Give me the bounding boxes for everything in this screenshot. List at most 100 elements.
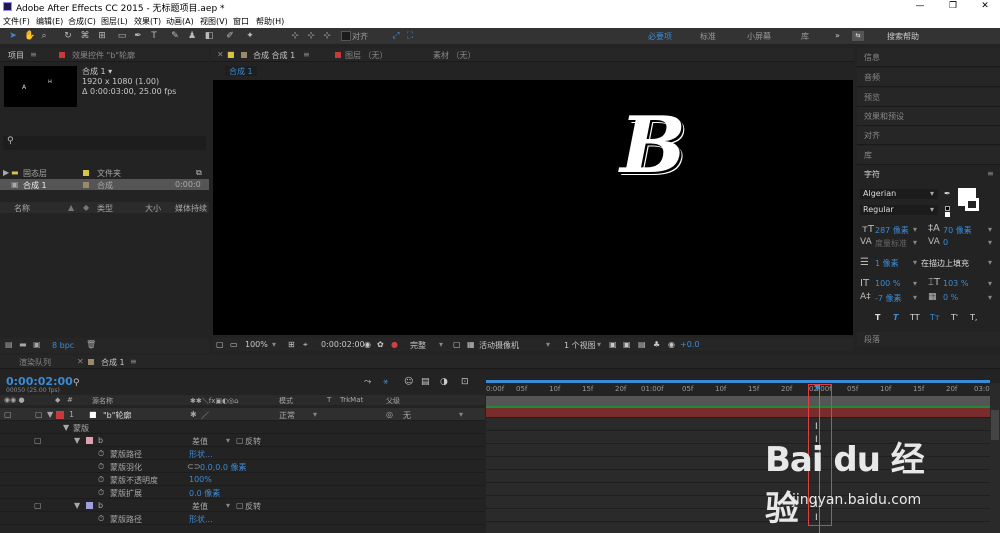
chevron-down-icon[interactable]: ▾	[988, 258, 992, 267]
canvas-text-b[interactable]: B	[620, 107, 686, 185]
layer-name[interactable]: "b"轮廓	[103, 410, 131, 421]
superscript-button[interactable]: T'	[951, 313, 958, 322]
chevron-down-icon[interactable]: ▾	[313, 410, 317, 419]
paragraph-panel[interactable]: 段落	[857, 332, 1000, 346]
project-row-folder[interactable]: ▶ ▬ 固态层 文件夹 ⧉	[0, 167, 209, 178]
eyedropper-icon[interactable]: ✒	[944, 189, 951, 198]
new-folder-icon[interactable]: ▬	[19, 340, 27, 349]
mask-path-value[interactable]: 形状...	[189, 514, 213, 525]
mode-dropdown[interactable]: 正常	[279, 410, 295, 421]
menu-effect[interactable]: 效果(T)	[134, 16, 161, 27]
comp-viewer-canvas[interactable]: B	[213, 80, 853, 335]
chevron-down-icon[interactable]: ▾	[226, 436, 230, 445]
minimize-icon[interactable]: —	[905, 0, 935, 14]
roi-icon[interactable]: ▢	[453, 340, 461, 349]
link-icon[interactable]: ⊂⊃	[187, 462, 200, 471]
chevron-down-icon[interactable]: ▾	[546, 340, 550, 349]
scrollbar-thumb[interactable]	[991, 410, 999, 440]
expand-icon[interactable]: ▶	[3, 168, 9, 177]
mask-expansion-row[interactable]: ⏱ 蒙版扩展 0.0 像素	[0, 486, 485, 499]
mask-feather-value[interactable]: 0.0,0.0 像素	[200, 462, 247, 473]
mask-visibility-icon[interactable]: ⌖	[303, 340, 308, 350]
vertical-scale-value[interactable]: 100 %	[875, 279, 900, 288]
flowchart-icon[interactable]: ♣	[653, 340, 660, 349]
invert-checkbox[interactable]: ▢	[236, 436, 244, 445]
chevron-down-icon[interactable]: ▾	[597, 340, 601, 349]
info-panel[interactable]: 信息	[857, 48, 1000, 67]
snap-icon-2[interactable]: ⛶	[405, 31, 415, 41]
mask-expansion-value[interactable]: 0.0 像素	[189, 488, 220, 499]
timeline-icon[interactable]: ▤	[638, 340, 646, 349]
color-channel-icon[interactable]: ●	[391, 340, 398, 349]
chevron-down-icon[interactable]: ▾	[272, 340, 276, 349]
baseline-shift-value[interactable]: -7 像素	[875, 293, 902, 304]
lock-icon[interactable]: ■	[227, 50, 235, 59]
subscript-button[interactable]: T,	[970, 313, 977, 322]
solo-toggle[interactable]: ▢	[34, 436, 42, 445]
menu-animation[interactable]: 动画(A)	[166, 16, 194, 27]
exposure-value[interactable]: +0.0	[680, 340, 699, 349]
chevron-down-icon[interactable]: ▾	[913, 225, 917, 234]
kerning-value[interactable]: 度量标准	[875, 238, 907, 249]
menu-view[interactable]: 视图(V)	[200, 16, 228, 27]
project-tab[interactable]: 项目	[8, 50, 24, 61]
interpret-footage-icon[interactable]: ▤	[5, 340, 13, 349]
restore-icon[interactable]: ❐	[938, 0, 968, 14]
menu-file[interactable]: 文件(F)	[3, 16, 30, 27]
footage-tab[interactable]: 素材 （无）	[433, 50, 476, 61]
current-time-display[interactable]: 0:00:02:00	[321, 340, 365, 349]
pen-tool-icon[interactable]: ✒	[133, 31, 143, 41]
work-area-range[interactable]	[486, 396, 990, 406]
zoom-dropdown[interactable]: 100%	[245, 340, 268, 349]
preview-panel[interactable]: 预览	[857, 88, 1000, 107]
stopwatch-icon[interactable]: ⏱	[98, 449, 104, 459]
work-area-bar[interactable]	[486, 380, 990, 383]
flowchart-icon[interactable]: ⧉	[196, 168, 202, 178]
comp-breadcrumb[interactable]: 合成 1	[225, 66, 257, 76]
transparency-grid-icon[interactable]: ▦	[467, 340, 475, 349]
parent-dropdown[interactable]: 无	[403, 410, 411, 421]
layer-row[interactable]: ▢ ▢ ▼ 1 ■ "b"轮廓 ✱ ／ 正常 ▾ ◎ 无 ▾	[0, 408, 485, 421]
project-row-comp[interactable]: ▣ 合成 1 合成 0:00:0	[0, 179, 209, 190]
resolution-dropdown[interactable]: 完整	[410, 340, 426, 351]
menu-composition[interactable]: 合成(C)	[68, 16, 96, 27]
mask-name[interactable]: b	[98, 436, 103, 445]
col-duration[interactable]: 媒体持续	[175, 203, 207, 214]
time-ruler[interactable]: 0:00f 05f 10f 15f 20f 01:00f 05f 10f 15f…	[486, 380, 990, 406]
chevron-down-icon[interactable]: ▾	[913, 258, 917, 267]
chevron-down-icon[interactable]: ▾	[913, 279, 917, 288]
timeline-comp-tab[interactable]: 合成 1	[101, 357, 125, 368]
hand-tool-icon[interactable]: ✋	[24, 31, 35, 41]
all-caps-button[interactable]: TT	[910, 313, 920, 322]
audio-panel[interactable]: 音频	[857, 68, 1000, 87]
align-panel[interactable]: 对齐	[857, 126, 1000, 145]
title-safe-icon[interactable]: ⊞	[288, 340, 295, 349]
quality-switch[interactable]: ／	[201, 410, 209, 421]
comp-mini-flowchart-icon[interactable]: ⤳	[364, 377, 371, 387]
mask-color-swatch[interactable]	[86, 501, 93, 510]
expand-icon[interactable]: ▼	[74, 436, 80, 445]
views-dropdown[interactable]: 1 个视图	[564, 340, 596, 351]
col-size[interactable]: 大小	[145, 203, 161, 214]
font-size-value[interactable]: 287 像素	[875, 225, 909, 236]
sort-icon[interactable]: ▲	[68, 203, 74, 212]
workspace-essentials[interactable]: 必要项	[648, 31, 672, 42]
stroke-width-value[interactable]: 1 像素	[875, 258, 899, 269]
panel-menu-icon[interactable]: ≡	[987, 169, 994, 178]
expand-icon[interactable]: ▼	[63, 423, 69, 432]
camera-tool-icon[interactable]: ⌘	[80, 31, 90, 41]
zoom-tool-icon[interactable]: ⌕	[39, 31, 49, 41]
rectangle-tool-icon[interactable]: ▭	[117, 31, 127, 41]
search-icon[interactable]: ⚲	[73, 378, 80, 388]
pan-behind-tool-icon[interactable]: ⊞	[97, 31, 107, 41]
white-swatch[interactable]	[945, 212, 950, 217]
expand-icon[interactable]: ▼	[47, 410, 53, 419]
col-t[interactable]: T	[327, 396, 331, 404]
roto-brush-tool-icon[interactable]: ✐	[225, 31, 235, 41]
chevron-down-icon[interactable]: ▾	[913, 238, 917, 247]
always-preview-icon[interactable]: ▢	[216, 340, 224, 349]
col-name[interactable]: 名称	[14, 203, 30, 214]
black-swatch[interactable]	[945, 206, 950, 211]
shy-switch[interactable]: ✱	[190, 410, 197, 419]
brush-tool-icon[interactable]: ✎	[170, 31, 180, 41]
